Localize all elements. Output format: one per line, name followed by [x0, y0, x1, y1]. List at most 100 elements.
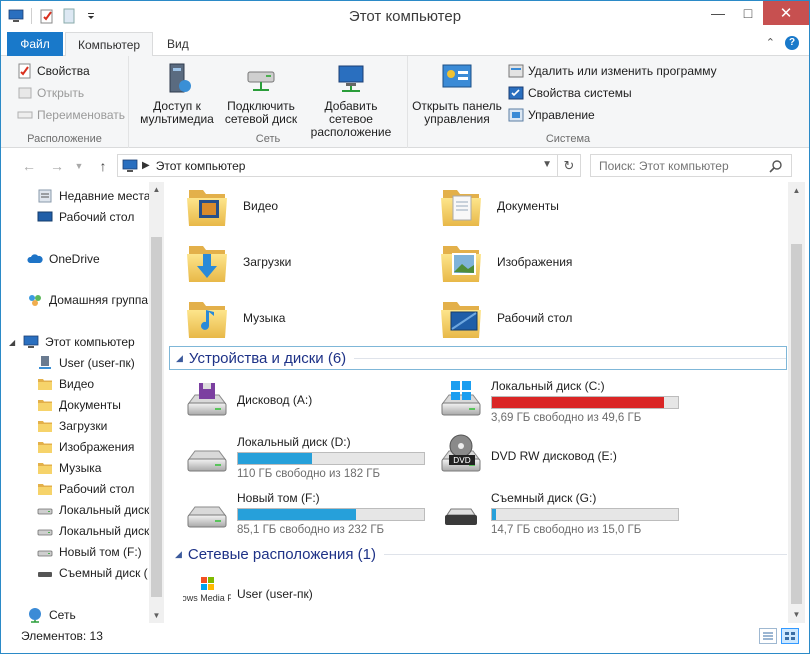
- drive-name: Дисковод (A:): [237, 392, 313, 407]
- breadcrumb-chevron-icon[interactable]: ▶: [142, 160, 150, 171]
- drive-f[interactable]: Новый том (F:) 85,1 ГБ свободно из 232 Г…: [183, 488, 433, 538]
- maximize-button[interactable]: □: [733, 1, 763, 25]
- scroll-thumb[interactable]: [791, 244, 802, 604]
- expanded-chevron-icon[interactable]: ◢: [9, 338, 23, 347]
- drive-free-space: 14,7 ГБ свободно из 15,0 ГБ: [491, 523, 642, 536]
- nav-item-onedrive[interactable]: OneDrive: [27, 249, 164, 269]
- nav-item-homegroup[interactable]: Домашняя группа: [27, 290, 164, 310]
- nav-item-documents[interactable]: Документы: [37, 395, 164, 415]
- drive-g[interactable]: Съемный диск (G:) 14,7 ГБ свободно из 15…: [437, 488, 687, 538]
- media-access-label: Доступ к мультимедиа: [140, 99, 214, 126]
- nav-item-drive-f[interactable]: Новый том (F:): [37, 542, 164, 562]
- folder-pictures[interactable]: Изображения: [437, 238, 677, 286]
- help-icon[interactable]: ?: [785, 36, 799, 50]
- network-locations-group-header[interactable]: ◢ Сетевые расположения (1): [169, 542, 787, 566]
- nav-item-label: OneDrive: [49, 252, 100, 266]
- content-scrollbar[interactable]: ▲ ▼: [788, 182, 805, 623]
- folder-desktop[interactable]: Рабочий стол: [437, 294, 677, 342]
- drive-name: DVD RW дисковод (E:): [491, 448, 617, 463]
- breadcrumb-current[interactable]: Этот компьютер: [156, 159, 246, 173]
- nav-item-desktop-folder[interactable]: Рабочий стол: [37, 479, 164, 499]
- manage-button[interactable]: Управление: [508, 105, 595, 125]
- tiles-view-button[interactable]: [781, 628, 799, 644]
- nav-item-network[interactable]: Сеть: [27, 605, 164, 623]
- navigation-scrollbar[interactable]: ▲ ▼: [149, 182, 164, 623]
- windows-media-player-logo: Windows Media Player: [183, 577, 231, 603]
- drive-a[interactable]: Дисковод (A:): [183, 376, 433, 426]
- folder-documents[interactable]: Документы: [437, 182, 677, 230]
- system-drive-icon: [437, 381, 485, 425]
- network-location-user-pc[interactable]: Windows Media Player User (user-пк): [183, 570, 433, 620]
- close-button[interactable]: ✕: [763, 1, 809, 25]
- status-bar: Элементов: 13: [1, 623, 809, 653]
- up-button[interactable]: ↑: [93, 156, 113, 176]
- nav-item-desktop[interactable]: Рабочий стол: [37, 207, 164, 227]
- media-access-button[interactable]: Доступ к мультимедиа: [137, 62, 217, 126]
- ribbon-tabs: Файл Компьютер Вид ⌃ ?: [1, 32, 809, 57]
- logo-text: Windows Media Player: [183, 593, 231, 603]
- refresh-button[interactable]: ↻: [557, 155, 580, 176]
- tab-file[interactable]: Файл: [7, 32, 63, 56]
- nav-item-label: Съемный диск (: [59, 566, 148, 580]
- open-button[interactable]: Открыть: [17, 83, 84, 103]
- scroll-up-arrow-icon[interactable]: ▲: [149, 182, 164, 197]
- map-drive-button[interactable]: Подключить сетевой диск: [221, 62, 301, 126]
- nav-item-label: Загрузки: [59, 419, 108, 433]
- address-history-icon[interactable]: ▼: [542, 159, 552, 170]
- nav-item-this-pc[interactable]: ◢ Этот компьютер: [9, 332, 149, 352]
- nav-item-drive-c[interactable]: Локальный диск: [37, 500, 164, 520]
- forward-button[interactable]: →: [47, 156, 67, 176]
- drive-name: Съемный диск (G:): [491, 490, 597, 505]
- forward-arrow-icon: →: [50, 158, 64, 174]
- minimize-button[interactable]: —: [703, 1, 733, 25]
- ribbon-controls: ⌃ ?: [766, 36, 799, 50]
- control-panel-button[interactable]: Открыть панель управления: [412, 62, 502, 126]
- address-bar[interactable]: ▶ Этот компьютер ▼ ↻: [117, 154, 581, 177]
- search-input[interactable]: [591, 155, 761, 176]
- nav-item-pictures[interactable]: Изображения: [37, 437, 164, 457]
- add-network-location-button[interactable]: Добавить сетевое расположение: [301, 62, 401, 139]
- scroll-down-arrow-icon[interactable]: ▼: [149, 608, 164, 623]
- control-panel-icon: [442, 64, 472, 88]
- desktop-folder-icon: [437, 294, 485, 342]
- nav-item-user-pc[interactable]: User (user-пк): [37, 353, 164, 373]
- uninstall-program-button[interactable]: Удалить или изменить программу: [508, 61, 717, 81]
- back-button[interactable]: ←: [19, 156, 39, 176]
- scroll-down-arrow-icon[interactable]: ▼: [788, 606, 805, 623]
- recent-locations-button[interactable]: ▼: [69, 156, 89, 176]
- pictures-folder-icon: [437, 238, 485, 286]
- drive-e[interactable]: DVD DVD RW дисковод (E:): [437, 432, 687, 482]
- collapse-group-icon[interactable]: ◢: [175, 549, 182, 560]
- collapse-ribbon-icon[interactable]: ⌃: [766, 36, 775, 50]
- nav-item-label: Локальный диск: [59, 524, 150, 538]
- properties-button[interactable]: Свойства: [17, 61, 90, 81]
- nav-item-drive-d[interactable]: Локальный диск: [37, 521, 164, 541]
- tab-computer[interactable]: Компьютер: [65, 32, 154, 57]
- nav-item-music[interactable]: Музыка: [37, 458, 164, 478]
- manage-icon: [508, 108, 524, 122]
- folder-music[interactable]: Музыка: [183, 294, 423, 342]
- downloads-folder-icon: [183, 238, 231, 286]
- system-properties-button[interactable]: Свойства системы: [508, 83, 632, 103]
- scroll-up-arrow-icon[interactable]: ▲: [788, 182, 805, 199]
- nav-item-label: Документы: [59, 398, 121, 412]
- folder-downloads[interactable]: Загрузки: [183, 238, 423, 286]
- drive-icon: [183, 433, 231, 481]
- folder-videos[interactable]: Видео: [183, 182, 423, 230]
- collapse-group-icon[interactable]: ◢: [176, 353, 183, 364]
- search-icon[interactable]: [769, 159, 783, 173]
- rename-button[interactable]: Переименовать: [17, 105, 125, 125]
- drive-c[interactable]: Локальный диск (C:) 3,69 ГБ свободно из …: [437, 376, 687, 426]
- drive-info: DVD RW дисковод (E:): [491, 449, 617, 466]
- nav-item-videos[interactable]: Видео: [37, 374, 164, 394]
- devices-group-header[interactable]: ◢ Устройства и диски (6): [169, 346, 787, 370]
- scroll-thumb[interactable]: [151, 237, 162, 597]
- nav-item-drive-g[interactable]: Съемный диск (: [37, 563, 164, 583]
- nav-item-label: Видео: [59, 377, 95, 391]
- details-view-button[interactable]: [759, 628, 777, 644]
- nav-item-downloads[interactable]: Загрузки: [37, 416, 164, 436]
- drive-d[interactable]: Локальный диск (D:) 110 ГБ свободно из 1…: [183, 432, 433, 482]
- group-network-label: Сеть: [255, 133, 281, 145]
- tab-view[interactable]: Вид: [155, 32, 201, 56]
- nav-item-recent-places[interactable]: Недавние места: [37, 186, 164, 206]
